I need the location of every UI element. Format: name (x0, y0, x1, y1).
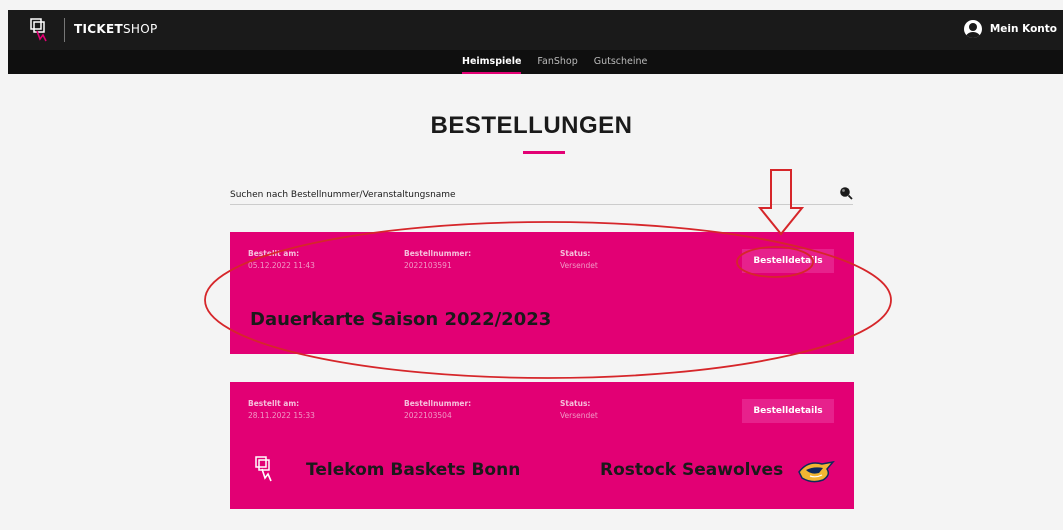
account-label: Mein Konto (989, 23, 1057, 35)
away-team-name: Rostock Seawolves (600, 460, 784, 480)
order-date-label: Bestellt am: (248, 249, 300, 258)
page-title: BESTELLUNGEN (430, 112, 633, 139)
rostock-seawolves-logo (798, 460, 835, 483)
order-title: Dauerkarte Saison 2022/2023 (250, 309, 552, 330)
order-date: Bestellt am: 05.12.2022 11:43 (248, 248, 315, 272)
account-menu[interactable]: Mein Konto (963, 20, 1057, 38)
order-status: Status: Versendet (560, 248, 598, 272)
order-card: Bestellt am: 28.11.2022 15:33 Bestellnum… (230, 382, 854, 509)
order-details-button[interactable]: Bestelldetails (742, 399, 834, 423)
telekom-baskets-bonn-logo (255, 456, 272, 482)
top-bar: TICKETSHOP Mein Konto (8, 10, 1063, 50)
title-underline (523, 151, 565, 154)
tab-heimspiele[interactable]: Heimspiele (454, 50, 529, 74)
order-details-button[interactable]: Bestelldetails (742, 249, 834, 273)
order-number-value: 2022103504 (404, 411, 452, 420)
order-number: Bestellnummer: 2022103504 (404, 398, 471, 422)
nav-bar: Heimspiele FanShop Gutscheine (8, 50, 1063, 74)
order-number-label: Bestellnummer: (404, 399, 472, 408)
search-bar (230, 182, 853, 205)
order-number-label: Bestellnummer: (404, 249, 472, 258)
order-status-label: Status: (560, 399, 591, 408)
tab-gutscheine[interactable]: Gutscheine (586, 50, 656, 74)
order-card: Bestellt am: 05.12.2022 11:43 Bestellnum… (230, 232, 854, 354)
brand-bold: TICKET (74, 22, 123, 36)
order-number-value: 2022103591 (404, 261, 452, 270)
home-team-name: Telekom Baskets Bonn (306, 460, 521, 480)
order-date-label: Bestellt am: (248, 399, 300, 408)
user-icon (963, 20, 982, 38)
order-date-value: 05.12.2022 11:43 (248, 261, 315, 270)
search-icon[interactable] (839, 186, 853, 200)
ticketshop-logo-icon[interactable] (28, 17, 52, 43)
search-input[interactable] (230, 187, 820, 200)
order-number: Bestellnummer: 2022103591 (404, 248, 471, 272)
brand-name[interactable]: TICKETSHOP (74, 22, 157, 36)
order-status-value: Versendet (560, 261, 598, 270)
brand-light: SHOP (122, 22, 158, 36)
order-date: Bestellt am: 28.11.2022 15:33 (248, 398, 315, 422)
order-status-label: Status: (560, 249, 591, 258)
order-status: Status: Versendet (560, 398, 598, 422)
order-status-value: Versendet (560, 411, 598, 420)
order-date-value: 28.11.2022 15:33 (248, 411, 315, 420)
logo-divider (64, 18, 65, 42)
tab-fanshop[interactable]: FanShop (529, 50, 585, 74)
